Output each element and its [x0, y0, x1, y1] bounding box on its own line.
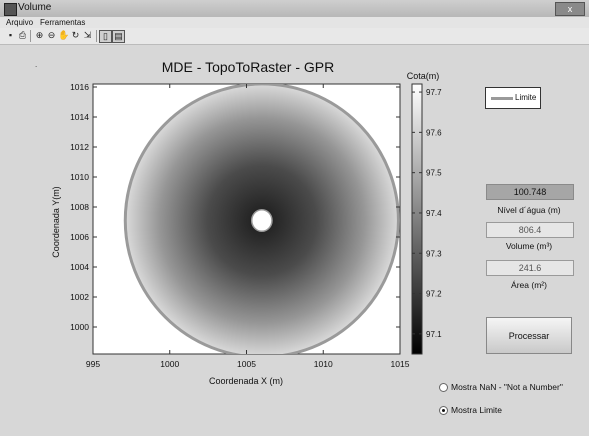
- legend-swatch: [491, 97, 513, 100]
- y-tick-label: 1006: [70, 232, 89, 242]
- menu-arquivo[interactable]: Arquivo: [6, 18, 33, 27]
- colorbar-tick-label: 97.6: [426, 128, 442, 137]
- toolbar-separator: [96, 30, 97, 42]
- area-label: Área (m²): [511, 280, 547, 290]
- toolbar-separator: [30, 30, 31, 42]
- zoom-out-icon[interactable]: ⊖: [46, 30, 57, 41]
- rotate-icon[interactable]: ↻: [70, 30, 81, 41]
- y-tick-label: 1012: [70, 142, 89, 152]
- window-title: Volume: [18, 2, 52, 13]
- y-tick-label: 1014: [70, 112, 89, 122]
- area-field: 241.6: [486, 260, 574, 276]
- colorbar-tick-label: 97.1: [426, 330, 442, 339]
- center-hole: [250, 208, 273, 233]
- menu-ferramentas[interactable]: Ferramentas: [40, 18, 85, 27]
- title-bar: Volume x: [0, 0, 589, 18]
- y-tick-label: 1002: [70, 292, 89, 302]
- x-tick-label: 1000: [160, 359, 179, 369]
- nivel-label: Nível d´água (m): [497, 205, 561, 215]
- legend-entry-limite: Limite: [515, 93, 537, 102]
- colorbar-tick-label: 97.7: [426, 88, 442, 97]
- y-axis-label: Coordenada Y(m): [51, 186, 61, 257]
- menu-bar: Arquivo Ferramentas: [0, 17, 589, 28]
- colorbar-label: Cota(m): [407, 71, 440, 81]
- data-cursor-icon[interactable]: ⇲: [82, 30, 93, 41]
- radio-limite-label: Mostra Limite: [451, 405, 503, 415]
- x-tick-label: 1005: [237, 359, 256, 369]
- colorbar-tick-label: 97.4: [426, 209, 442, 218]
- colorbar: [411, 83, 423, 355]
- pan-icon[interactable]: ✋: [58, 30, 69, 41]
- y-tick-label: 1010: [70, 172, 89, 182]
- print-icon[interactable]: ⎙: [17, 30, 28, 41]
- y-tick-label: 1016: [70, 82, 89, 92]
- x-tick-label: 995: [86, 359, 100, 369]
- radio-nan-button[interactable]: [439, 383, 448, 392]
- colorbar-tick-label: 97.5: [426, 169, 442, 178]
- app-icon: [4, 3, 17, 16]
- nivel-input[interactable]: 100.748: [486, 184, 574, 200]
- x-tick-label: 1015: [391, 359, 410, 369]
- y-tick-label: 1008: [70, 202, 89, 212]
- legend-icon[interactable]: ▤: [112, 30, 125, 43]
- radio-limite-button[interactable]: [439, 406, 448, 415]
- processar-button[interactable]: Processar: [486, 317, 572, 354]
- zoom-in-icon[interactable]: ⊕: [34, 30, 45, 41]
- colorbar-tick-label: 97.3: [426, 249, 442, 258]
- y-tick-label: 1000: [70, 322, 89, 332]
- chart-title: MDE - TopoToRaster - GPR: [162, 59, 334, 75]
- stray-dot: .: [35, 60, 37, 69]
- save-icon[interactable]: ▪: [5, 30, 16, 41]
- x-axis-label: Coordenada X (m): [209, 376, 283, 386]
- radio-nan-label: Mostra NaN - "Not a Number": [451, 382, 563, 392]
- colorbar-icon[interactable]: ▯: [99, 30, 112, 43]
- colorbar-tick-label: 97.2: [426, 290, 442, 299]
- y-tick-label: 1004: [70, 262, 89, 272]
- toolbar: ▪ ⎙ ⊕ ⊖ ✋ ↻ ⇲ ▯ ▤: [0, 28, 589, 45]
- x-tick-label: 1010: [314, 359, 333, 369]
- volume-field: 806.4: [486, 222, 574, 238]
- volume-label: Volume (m³): [505, 241, 553, 251]
- close-button[interactable]: x: [555, 2, 585, 16]
- legend-box: Limite: [485, 87, 541, 109]
- app-window: Volume x Arquivo Ferramentas ▪ ⎙ ⊕ ⊖ ✋ ↻…: [0, 0, 589, 436]
